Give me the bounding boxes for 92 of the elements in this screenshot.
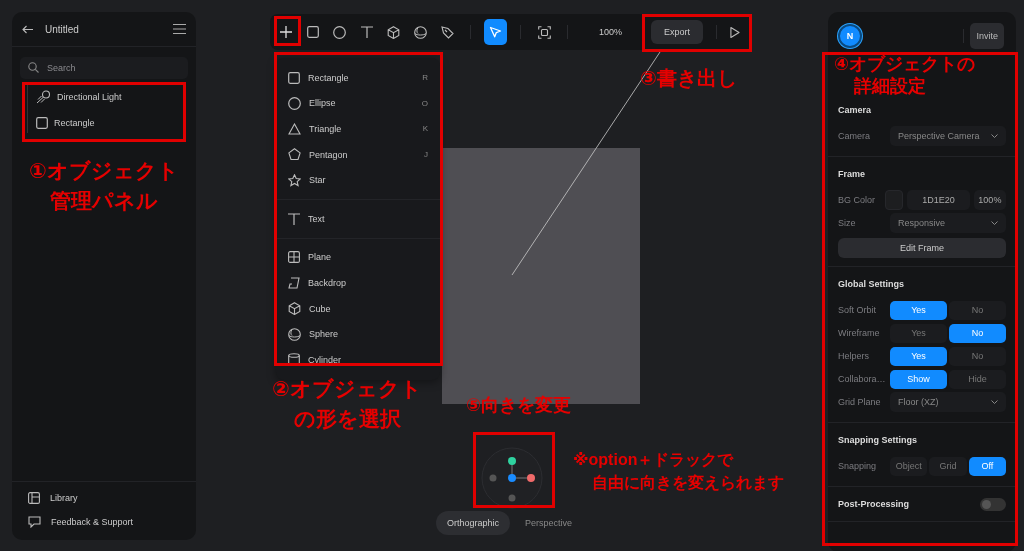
book-icon <box>28 492 40 504</box>
circle-icon <box>288 96 301 110</box>
dropdown[interactable]: Perspective Camera <box>890 126 1006 146</box>
section-title: Frame <box>838 169 865 179</box>
pointer-icon <box>489 25 503 39</box>
search-icon <box>28 62 39 73</box>
annotation-text: ③書き出し <box>640 66 737 91</box>
section-title: Camera <box>838 105 872 115</box>
annotation-text: ※option＋ドラックで <box>573 450 735 470</box>
section-title: Snapping Settings <box>838 435 917 445</box>
dropdown[interactable]: Responsive <box>890 213 1006 233</box>
chat-icon <box>28 516 41 528</box>
property-label: Soft Orbit <box>838 305 877 315</box>
annotation-text: ④オブジェクトの <box>834 54 976 76</box>
layer-item[interactable]: Directional Light <box>36 89 196 105</box>
menu-item[interactable]: Rectangle R <box>276 65 440 91</box>
backdrop-icon <box>288 276 300 289</box>
menu-item[interactable]: Star <box>276 167 440 193</box>
grid-plane-icon <box>288 251 300 264</box>
triangle-icon <box>288 123 301 135</box>
chevron-icon <box>991 400 998 404</box>
menu-item[interactable]: Backdrop <box>276 270 440 296</box>
text-icon <box>360 26 373 38</box>
property-label: Camera <box>838 131 871 141</box>
property-label: Grid Plane <box>838 397 882 407</box>
circle-icon <box>333 25 347 39</box>
property-label: Helpers <box>838 351 870 361</box>
cube-icon <box>386 25 400 39</box>
hex-field[interactable]: 1D1E20 <box>907 190 970 210</box>
chevron-icon <box>991 134 998 138</box>
annotation-text: ⑤向きを変更 <box>466 394 572 417</box>
menu-item[interactable]: Ellipse O <box>276 90 440 117</box>
view-mode-tab[interactable]: Perspective <box>514 511 584 535</box>
tool-button[interactable] <box>483 19 508 45</box>
menu-item[interactable]: Triangle K <box>276 116 440 142</box>
section-title: Global Settings <box>838 279 904 289</box>
edit-frame-button[interactable]: Edit Frame <box>838 238 1006 258</box>
menu-item[interactable]: Text <box>276 205 440 232</box>
star-icon <box>288 173 301 187</box>
annotation-text: 詳細設定 <box>854 75 926 98</box>
property-label: Size <box>838 218 857 228</box>
sidebar-link[interactable]: Library <box>28 492 180 504</box>
property-label: Snapping <box>838 461 878 471</box>
annotation-text: 管理パネル <box>50 188 158 215</box>
sphere-icon <box>413 25 427 39</box>
segment-option[interactable]: No <box>949 346 1006 366</box>
zoom-level[interactable]: 100% <box>599 27 623 37</box>
toggle-switch[interactable] <box>980 497 1006 511</box>
cube-icon <box>288 302 301 316</box>
section-title: Post-Processing <box>838 499 910 509</box>
menu-item[interactable]: Cube <box>276 295 440 322</box>
menu-item[interactable]: Plane <box>276 244 440 271</box>
segment-option[interactable]: Hide <box>949 369 1006 389</box>
menu-icon[interactable] <box>173 24 186 34</box>
frame-icon <box>537 25 551 39</box>
square-icon <box>306 26 319 38</box>
dropdown[interactable]: Floor (XZ) <box>890 392 1006 412</box>
sphere-icon <box>288 327 301 341</box>
menu-item[interactable]: Pentagon J <box>276 141 440 168</box>
view-mode-tab[interactable]: Orthographic <box>436 511 511 535</box>
layer-item[interactable]: Rectangle <box>36 115 196 131</box>
back-arrow-icon[interactable] <box>22 24 33 34</box>
export-button[interactable]: Export <box>651 20 704 44</box>
property-label: Collabora… <box>838 374 886 384</box>
square-icon <box>288 71 300 84</box>
chevron-icon <box>991 221 998 225</box>
annotation-text: ①オブジェクト <box>29 158 179 184</box>
annotation-frame <box>274 16 301 46</box>
segment-option[interactable]: Yes <box>890 323 947 343</box>
invite-button[interactable]: Invite <box>970 23 1004 49</box>
square-icon <box>36 117 48 129</box>
pentagon-icon <box>288 148 301 162</box>
annotation-text: の形を選択 <box>293 406 401 433</box>
file-title: Untitled <box>45 23 80 35</box>
segment-option[interactable]: No <box>949 300 1006 320</box>
plus-icon <box>279 26 292 38</box>
annotation-text: ②オブジェクト <box>272 376 422 402</box>
menu-item[interactable]: Sphere <box>276 321 440 347</box>
sidebar-link[interactable]: Feedback & Support <box>28 516 180 528</box>
axis-gizmo-drawing[interactable] <box>481 447 543 509</box>
light-icon <box>36 90 51 104</box>
segment-option[interactable]: Grid <box>929 456 967 476</box>
opacity-field[interactable]: 100% <box>973 190 1006 210</box>
property-label: Wireframe <box>838 328 881 338</box>
menu-item[interactable]: Cylinder <box>276 346 440 373</box>
play-icon[interactable] <box>730 25 740 39</box>
property-label: BG Color <box>838 195 876 205</box>
pen-tool-icon <box>440 25 454 39</box>
segment-option[interactable]: Object <box>890 456 928 476</box>
search-field[interactable]: Search <box>20 57 188 79</box>
annotation-text: 自由に向きを変えられます <box>592 473 784 494</box>
text-icon <box>288 212 300 225</box>
